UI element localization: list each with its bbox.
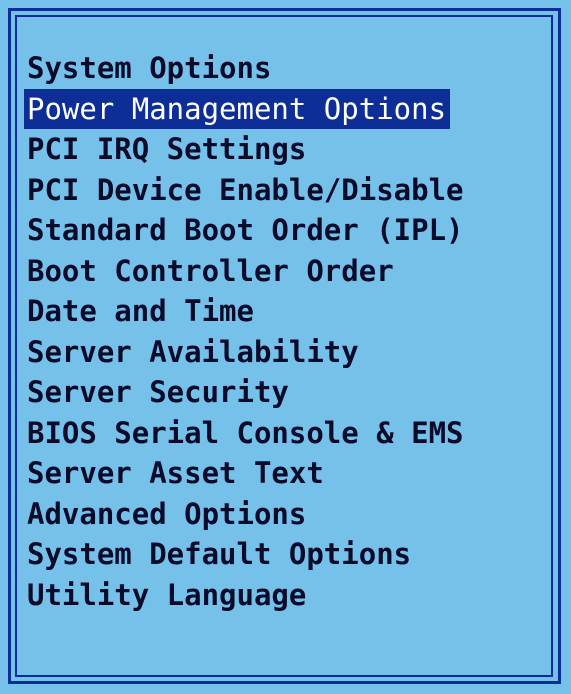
menu-item-server-security[interactable]: Server Security <box>24 372 468 413</box>
menu-item-label: Server Asset Text <box>27 456 324 490</box>
menu-item-label: PCI IRQ Settings <box>27 132 307 166</box>
menu-item-bios-serial-console-ems[interactable]: BIOS Serial Console & EMS <box>24 413 468 454</box>
menu-item-label: Advanced Options <box>27 496 307 531</box>
menu-item-system-default-options[interactable]: System Default Options <box>24 534 468 575</box>
menu-item-power-management-options[interactable]: Power Management Options <box>24 88 468 130</box>
menu-item-standard-boot-order[interactable]: Standard Boot Order (IPL) <box>24 210 468 251</box>
menu-item-label: Server Availability <box>27 334 359 369</box>
menu-item-label: Standard Boot Order (IPL) <box>27 213 464 247</box>
bios-menu-panel: System Options Power Management Options … <box>0 0 571 694</box>
menu-item-label: BIOS Serial Console & EMS <box>27 415 464 450</box>
menu-item-server-availability[interactable]: Server Availability <box>24 332 468 373</box>
menu-item-server-asset-text[interactable]: Server Asset Text <box>24 453 468 494</box>
menu-item-date-and-time[interactable]: Date and Time <box>24 291 468 332</box>
menu-item-label: Date and Time <box>27 294 254 328</box>
menu-item-boot-controller-order[interactable]: Boot Controller Order <box>24 251 468 292</box>
menu-item-pci-device-enable-disable[interactable]: PCI Device Enable/Disable <box>24 170 468 211</box>
menu-item-label: Utility Language <box>27 577 307 612</box>
menu-item-utility-language[interactable]: Utility Language <box>24 575 468 616</box>
menu-item-pci-irq-settings[interactable]: PCI IRQ Settings <box>24 129 468 170</box>
menu-item-label: Boot Controller Order <box>27 253 394 288</box>
menu-item-label: Power Management Options <box>24 88 451 129</box>
main-menu: System Options Power Management Options … <box>24 48 468 615</box>
menu-item-label: Server Security <box>27 375 289 409</box>
menu-item-label: System Options <box>27 51 272 85</box>
menu-item-label: PCI Device Enable/Disable <box>27 172 464 207</box>
menu-item-advanced-options[interactable]: Advanced Options <box>24 494 468 535</box>
menu-item-system-options[interactable]: System Options <box>24 48 468 89</box>
menu-item-label: System Default Options <box>27 537 412 571</box>
